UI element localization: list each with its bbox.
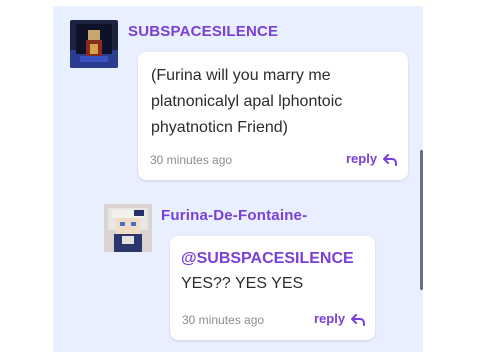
comment-timestamp: 30 minutes ago — [150, 153, 233, 167]
reply-label: reply — [346, 151, 378, 166]
reply-arrow-icon — [351, 313, 366, 326]
avatar-furina-de-fontaine[interactable] — [104, 204, 152, 252]
comment-body: (Furina will you marry me platnonicalyl … — [151, 67, 343, 136]
comment-card: @SUBSPACESILENCE YES?? YES YES 30 minute… — [170, 236, 375, 340]
scrollbar[interactable] — [420, 150, 423, 290]
reply-label: reply — [314, 311, 346, 326]
mention-link[interactable]: @SUBSPACESILENCE — [181, 250, 354, 268]
avatar-subspacesilence[interactable] — [70, 20, 118, 68]
reply-button[interactable]: reply — [346, 151, 398, 166]
user-avatar-image — [104, 204, 152, 252]
user-avatar-image — [70, 20, 118, 68]
comment-body: YES?? YES YES — [181, 275, 304, 292]
reply-arrow-icon — [383, 153, 398, 166]
comment-username[interactable]: Furina-De-Fontaine- — [161, 207, 307, 224]
comment-card: (Furina will you marry me platnonicalyl … — [138, 52, 408, 180]
comment-timestamp: 30 minutes ago — [182, 313, 265, 327]
comment-username[interactable]: SUBSPACESILENCE — [128, 23, 278, 40]
reply-button[interactable]: reply — [314, 311, 366, 326]
